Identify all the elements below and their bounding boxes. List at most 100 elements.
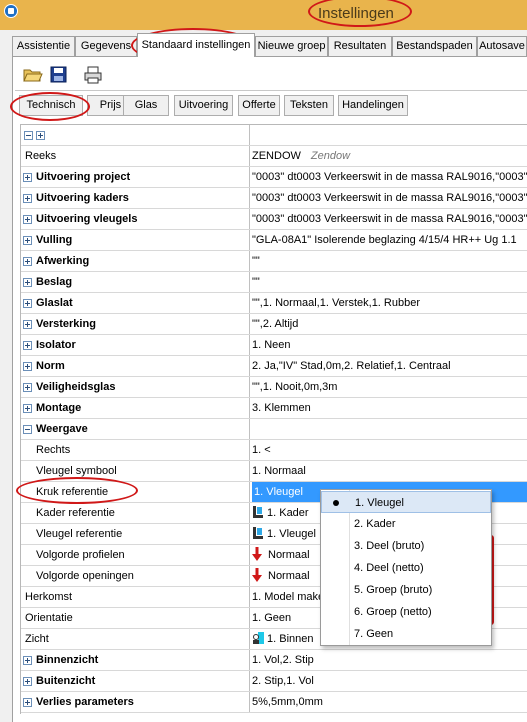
- grid-row-verlies-parameters[interactable]: Verlies parameters 5%,5mm,0mm: [21, 692, 527, 713]
- row-label: Zicht: [25, 633, 49, 645]
- tab-gegevens[interactable]: Gegevens: [75, 36, 137, 56]
- row-value: 1. Geen: [252, 612, 292, 624]
- window-title: Instellingen: [318, 5, 394, 22]
- grid-row-vulling[interactable]: Vulling "GLA-08A1" Isolerende beglazing …: [21, 230, 527, 251]
- expand-icon[interactable]: [23, 341, 32, 350]
- grid-row-veiligheidsglas[interactable]: Veiligheidsglas "",1. Nooit,0m,3m: [21, 377, 527, 398]
- row-value-extra: Zendow: [310, 150, 351, 162]
- subtab-handelingen[interactable]: Handelingen: [338, 95, 408, 116]
- tab-resultaten[interactable]: Resultaten: [328, 36, 392, 56]
- expand-icon[interactable]: [23, 299, 32, 308]
- subtab-teksten[interactable]: Teksten: [284, 95, 334, 116]
- dropdown-option[interactable]: 7. Geen: [321, 623, 491, 645]
- dropdown-option[interactable]: 6. Groep (netto): [321, 601, 491, 623]
- tab-autosave[interactable]: Autosave: [477, 36, 527, 56]
- grid-row-weergave[interactable]: Weergave: [21, 419, 527, 440]
- row-label: Vleugel referentie: [36, 528, 123, 540]
- grid-row-uitvoering-vleugels[interactable]: Uitvoering vleugels "0003" dt0003 Verkee…: [21, 209, 527, 230]
- row-value: "GLA-08A1" Isolerende beglazing 4/15/4 H…: [252, 234, 517, 246]
- grid-row-beslag[interactable]: Beslag "": [21, 272, 527, 293]
- kruk-referentie-dropdown: 1. Vleugel 2. Kader 3. Deel (bruto) 4. D…: [320, 489, 492, 646]
- row-value: Normaal: [268, 549, 310, 561]
- row-label: Norm: [36, 360, 65, 372]
- subtab-uitvoering[interactable]: Uitvoering: [174, 95, 233, 116]
- row-value: 1. Model maker: [252, 591, 328, 603]
- grid-row-uitvoering-kaders[interactable]: Uitvoering kaders "0003" dt0003 Verkeers…: [21, 188, 527, 209]
- row-value: 3. Klemmen: [252, 402, 311, 414]
- row-label: Uitvoering kaders: [36, 192, 129, 204]
- row-label: Rechts: [36, 444, 71, 456]
- expand-icon[interactable]: [23, 236, 32, 245]
- row-label: Veiligheidsglas: [36, 381, 116, 393]
- grid-row-binnenzicht[interactable]: Binnenzicht 1. Vol,2. Stip: [21, 650, 527, 671]
- row-value: Normaal: [268, 570, 310, 582]
- frame-reference-icon: [253, 506, 263, 519]
- row-label: Isolator: [36, 339, 76, 351]
- grid-row-reeks[interactable]: Reeks ZENDOW Zendow: [21, 146, 527, 167]
- row-value: "",1. Nooit,0m,3m: [252, 381, 338, 393]
- grid-row-afwerking[interactable]: Afwerking "": [21, 251, 527, 272]
- expand-icon[interactable]: [23, 320, 32, 329]
- row-label: Herkomst: [25, 591, 73, 603]
- expand-icon[interactable]: [23, 404, 32, 413]
- expand-icon[interactable]: [23, 698, 32, 707]
- dropdown-option[interactable]: 4. Deel (netto): [321, 557, 491, 579]
- row-label: Buitenzicht: [36, 675, 96, 687]
- row-value: 5%,5mm,0mm: [252, 696, 323, 708]
- expand-icon[interactable]: [23, 383, 32, 392]
- subtab-offerte[interactable]: Offerte: [238, 95, 280, 116]
- grid-row-isolator[interactable]: Isolator 1. Neen: [21, 335, 527, 356]
- row-value: ZENDOW: [252, 150, 301, 162]
- row-label: Glaslat: [36, 297, 73, 309]
- expand-icon[interactable]: [23, 362, 32, 371]
- printer-icon[interactable]: [82, 65, 104, 85]
- subtab-technisch[interactable]: Technisch: [19, 95, 83, 116]
- grid-row-versterking[interactable]: Versterking "",2. Altijd: [21, 314, 527, 335]
- expand-icon[interactable]: [23, 656, 32, 665]
- save-icon[interactable]: [48, 65, 70, 85]
- expand-all-icon[interactable]: [36, 131, 45, 140]
- folder-open-icon[interactable]: [22, 65, 44, 85]
- grid-row-vleugel-symbool[interactable]: Vleugel symbool 1. Normaal: [21, 461, 527, 482]
- row-label: Orientatie: [25, 612, 73, 624]
- row-value: "",1. Normaal,1. Verstek,1. Rubber: [252, 297, 420, 309]
- tab-nieuwe-groep[interactable]: Nieuwe groep: [255, 36, 328, 56]
- dropdown-option[interactable]: 2. Kader: [321, 513, 491, 535]
- tab-assistentie[interactable]: Assistentie: [12, 36, 75, 56]
- tab-strip: Assistentie Gegevens Standaard instellin…: [12, 33, 527, 57]
- grid-row-montage[interactable]: Montage 3. Klemmen: [21, 398, 527, 419]
- expand-icon[interactable]: [23, 173, 32, 182]
- row-label: Uitvoering vleugels: [36, 213, 138, 225]
- grid-row-rechts[interactable]: Rechts 1. <: [21, 440, 527, 461]
- grid-row-norm[interactable]: Norm 2. Ja,"IV" Stad,0m,2. Relatief,1. C…: [21, 356, 527, 377]
- expand-icon[interactable]: [23, 257, 32, 266]
- dropdown-option[interactable]: 1. Vleugel: [321, 491, 491, 513]
- row-label: Kruk referentie: [36, 486, 109, 498]
- expand-icon[interactable]: [23, 677, 32, 686]
- row-value: "": [252, 276, 260, 288]
- subtab-glas[interactable]: Glas: [123, 95, 169, 116]
- app-icon[interactable]: [4, 4, 18, 18]
- row-value: 1. Binnen: [267, 633, 314, 645]
- arrow-down-icon: [252, 568, 262, 583]
- row-label: Volgorde openingen: [36, 570, 134, 582]
- grid-row-uitvoering-project[interactable]: Uitvoering project "0003" dt0003 Verkeer…: [21, 167, 527, 188]
- grid-row-glaslat[interactable]: Glaslat "",1. Normaal,1. Verstek,1. Rubb…: [21, 293, 527, 314]
- row-label: Afwerking: [36, 255, 90, 267]
- collapse-all-icon[interactable]: [24, 131, 33, 140]
- dropdown-option[interactable]: 3. Deel (bruto): [321, 535, 491, 557]
- expand-icon[interactable]: [23, 194, 32, 203]
- tab-standaard-instellingen[interactable]: Standaard instellingen: [137, 33, 255, 57]
- collapse-icon[interactable]: [23, 425, 32, 434]
- expand-icon[interactable]: [23, 278, 32, 287]
- row-label: Verlies parameters: [36, 696, 134, 708]
- grid-row-buitenzicht[interactable]: Buitenzicht 2. Stip,1. Vol: [21, 671, 527, 692]
- row-value: 1. <: [252, 444, 271, 456]
- dropdown-option[interactable]: 5. Groep (bruto): [321, 579, 491, 601]
- row-value: 1. Vleugel: [254, 486, 303, 498]
- row-label: Montage: [36, 402, 82, 414]
- row-label: Binnenzicht: [36, 654, 99, 666]
- expand-icon[interactable]: [23, 215, 32, 224]
- row-value: "0003" dt0003 Verkeerswit in de massa RA…: [252, 213, 527, 225]
- tab-bestandspaden[interactable]: Bestandspaden: [392, 36, 477, 56]
